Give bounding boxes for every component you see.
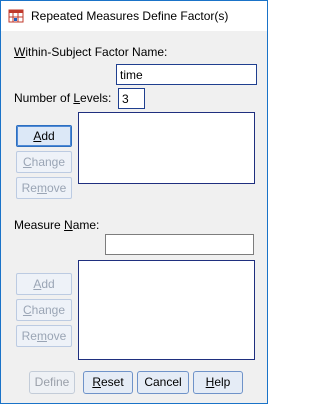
measure-add-button[interactable]: Add: [16, 273, 72, 295]
dialog-window: Repeated Measures Define Factor(s) Withi…: [0, 0, 268, 404]
measure-name-input[interactable]: [105, 234, 254, 255]
levels-input[interactable]: 3: [118, 88, 145, 109]
factor-add-button[interactable]: Add: [16, 125, 72, 147]
factor-remove-button[interactable]: Remove: [16, 177, 72, 199]
measure-name-label: Measure Name:: [14, 218, 100, 232]
factor-name-label: Within-Subject Factor Name:: [14, 45, 168, 59]
define-button[interactable]: Define: [29, 371, 75, 394]
help-button[interactable]: Help: [193, 371, 243, 394]
window-title: Repeated Measures Define Factor(s): [31, 9, 229, 23]
factor-list[interactable]: [78, 112, 255, 184]
title-bar[interactable]: Repeated Measures Define Factor(s): [1, 1, 267, 31]
measure-list[interactable]: [78, 260, 255, 360]
spss-grid-icon: [8, 8, 24, 24]
measure-remove-button[interactable]: Remove: [16, 325, 72, 347]
cancel-button[interactable]: Cancel: [137, 371, 189, 394]
levels-label: Number of Levels:: [14, 91, 112, 105]
factor-name-input[interactable]: time: [116, 64, 257, 85]
reset-button[interactable]: Reset: [83, 371, 133, 394]
factor-change-button[interactable]: Change: [16, 151, 72, 173]
measure-change-button[interactable]: Change: [16, 299, 72, 321]
